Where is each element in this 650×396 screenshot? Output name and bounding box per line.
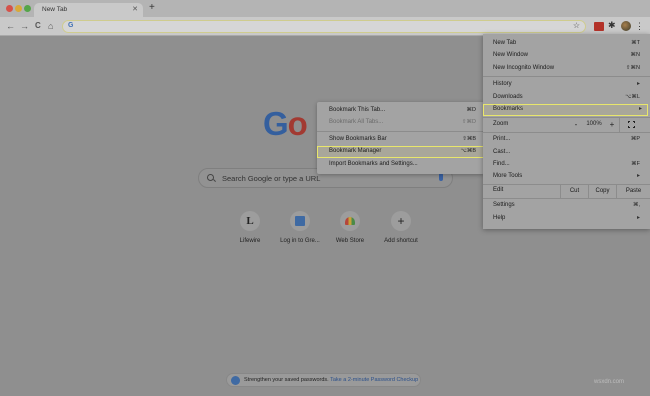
shortcut-web-store[interactable]: Web Store [325,211,375,244]
back-icon[interactable]: ← [6,20,15,32]
tab-new-tab[interactable]: New Tab ✕ [34,3,143,17]
menu-item-import-bookmarks[interactable]: Import Bookmarks and Settings... [317,159,484,171]
new-tab-button[interactable]: + [149,2,155,14]
add-shortcut-button[interactable]: + Add shortcut [376,211,426,244]
zoom-out-button[interactable]: - [569,119,583,131]
chrome-menu-icon[interactable]: ⋮ [634,20,645,32]
menu-separator [483,132,650,133]
search-placeholder: Search Google or type a URL [222,174,321,183]
menu-item-new-tab[interactable]: New Tab ⌘T [483,38,650,50]
plus-icon: + [391,211,411,231]
site-favicon-icon: G [68,22,74,29]
menu-item-history[interactable]: History ▸ [483,79,650,91]
home-icon[interactable]: ⌂ [48,20,53,32]
menu-item-zoom: Zoom - 100% + [483,117,650,133]
chevron-right-icon: ▸ [636,173,640,179]
microphone-icon[interactable] [439,173,443,181]
shortcut-label: Lifewire [239,238,261,244]
shortcut-label: Web Store [335,238,365,244]
menu-item-bookmark-manager[interactable]: Bookmark Manager ⌥⌘B [317,146,484,158]
menu-item-settings[interactable]: Settings ⌘, [483,200,650,212]
menu-item-new-incognito[interactable]: New Incognito Window ⇧⌘N [483,63,650,75]
extension-icon[interactable] [594,22,604,31]
menu-item-downloads[interactable]: Downloads ⌥⌘L [483,92,650,104]
tab-close-icon[interactable]: ✕ [132,5,138,13]
address-bar[interactable]: G ☆ [62,20,586,33]
profile-avatar[interactable] [621,21,631,31]
title-bar: New Tab ✕ + [0,0,650,17]
menu-item-bookmark-all-tabs[interactable]: Bookmark All Tabs... ⇧⌘D [317,117,484,129]
bookmarks-submenu: Bookmark This Tab... ⌘D Bookmark All Tab… [317,102,484,174]
menu-separator [483,76,650,77]
menu-item-cast[interactable]: Cast... [483,147,650,159]
chevron-right-icon: ▸ [636,215,640,221]
password-checkup-notice: Strengthen your saved passwords. Take a … [226,373,421,387]
close-window-button[interactable] [6,5,13,12]
menu-item-bookmarks[interactable]: Bookmarks ▸ [483,104,648,116]
web-store-icon [340,211,360,231]
menu-item-show-bookmarks-bar[interactable]: Show Bookmarks Bar ⇧⌘B [317,134,484,146]
menu-separator [483,198,650,199]
menu-item-edit: Edit Cut Copy Paste [483,184,650,198]
chevron-right-icon: ▸ [638,106,642,112]
chevron-right-icon: ▸ [636,81,640,87]
copy-button[interactable]: Copy [588,184,616,198]
shortcut-lifewire[interactable]: L Lifewire [225,211,275,244]
tab-title: New Tab [42,6,68,13]
menu-separator [317,131,484,132]
menu-item-more-tools[interactable]: More Tools ▸ [483,171,650,183]
grade-site-icon [290,211,310,231]
extensions-puzzle-icon[interactable]: ✱ [608,20,616,31]
shortcut-label: Add shortcut [384,238,418,244]
shortcut-grade-login[interactable]: Log in to Gre... [275,211,325,244]
lifewire-icon: L [240,211,260,231]
menu-item-bookmark-this-tab[interactable]: Bookmark This Tab... ⌘D [317,105,484,117]
menu-item-print[interactable]: Print... ⌘P [483,134,650,146]
chrome-main-menu: New Tab ⌘T New Window ⌘N New Incognito Win… [483,34,650,229]
zoom-in-button[interactable]: + [605,119,619,131]
search-icon [207,174,214,181]
forward-icon[interactable]: → [20,20,29,32]
zoom-level: 100% [586,121,602,127]
reload-icon[interactable]: C [35,20,41,32]
menu-item-new-window[interactable]: New Window ⌘N [483,50,650,62]
google-logo: Go [263,105,308,142]
menu-item-find[interactable]: Find... ⌘F [483,159,650,171]
shortcut-tiles: L Lifewire Log in to Gre... Web Store + … [225,211,425,251]
watermark: wsxdn.com [594,379,625,385]
cut-button[interactable]: Cut [560,184,588,198]
notice-text: Strengthen your saved passwords. [244,377,329,383]
minimize-window-button[interactable] [15,5,22,12]
password-checkup-link[interactable]: Take a 2-minute Password Checkup [330,377,418,383]
bookmark-star-icon[interactable]: ☆ [573,21,580,30]
password-shield-icon [231,376,240,385]
menu-item-help[interactable]: Help ▸ [483,213,650,225]
maximize-window-button[interactable] [24,5,31,12]
paste-button[interactable]: Paste [616,184,650,198]
menu-separator [483,117,650,118]
shortcut-label: Log in to Gre... [280,238,320,244]
fullscreen-icon[interactable] [628,121,636,129]
